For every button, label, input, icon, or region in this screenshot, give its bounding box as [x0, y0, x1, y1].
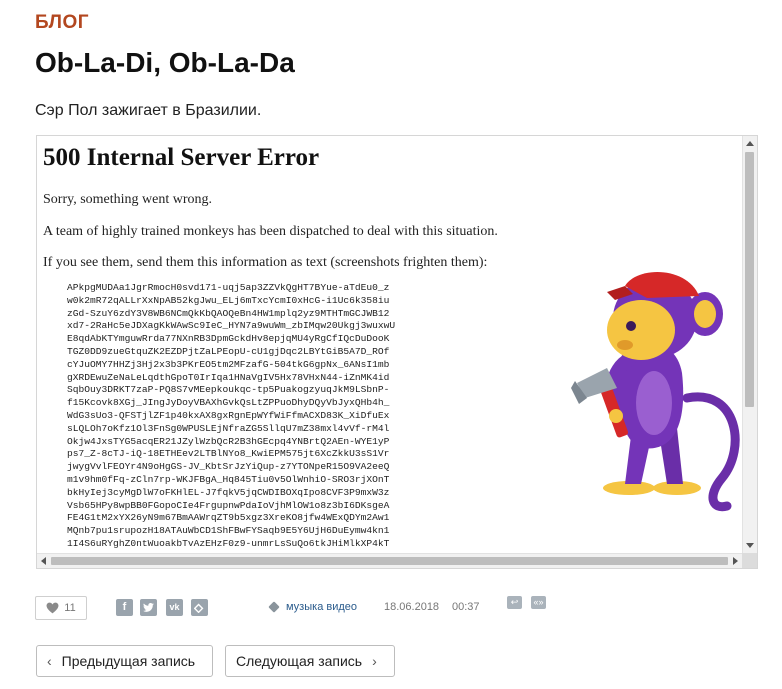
error-message: Sorry, something went wrong. — [43, 192, 213, 207]
error-code-line: Okjw4JxsTYG5acqER21JZylWzbQcR2B3hGEcpq4Y… — [67, 435, 390, 447]
error-code-block: APkpgMUDAa1JgrRmocH0svd171-uqj5ap3ZZVkQg… — [67, 282, 395, 551]
scrollbar-corner — [742, 553, 757, 568]
twitter-share-icon[interactable] — [140, 599, 157, 616]
horizontal-scrollbar[interactable] — [37, 553, 742, 568]
error-code-line: zGd-SzuY6zdY3V8WB6NCmQkKbQAOQeBn4HW1mplq… — [67, 307, 390, 319]
error-instruction: If you see them, send them this informat… — [43, 255, 488, 270]
error-code-line: E8qdAbKTYmguwRrda77NXnRB3DpmGckdHv8epjqM… — [67, 333, 390, 345]
error-code-line: APkpgMUDAa1JgrRmocH0svd171-uqj5ap3ZZVkQg… — [67, 282, 390, 293]
error-code-line: gXRDEwuZeNaLeLqdthGpoT0IrIqa1HNaVgIV5Hx7… — [67, 371, 390, 383]
scroll-up-icon[interactable] — [746, 141, 754, 146]
error-code-line: Vsb65HPy8wpBB0FGopoCIe4FrgupnwPdaIoVjhMl… — [67, 499, 390, 511]
error-code-line: MQnb7pu1srupozH18ATAuWbCD1ShFBwFYSaqb9E5… — [67, 525, 390, 537]
like-count: 11 — [64, 602, 76, 614]
embedded-video-frame[interactable]: 500 Internal Server Error Sorry, somethi… — [36, 135, 758, 569]
error-explanation: A team of highly trained monkeys has bee… — [43, 224, 498, 239]
scroll-down-icon[interactable] — [746, 543, 754, 548]
error-code-line: sLQLOh7oKfz1Ol3FnSg0WPUSLEjNfraZG5SllqU7… — [67, 422, 390, 434]
blog-section-label[interactable]: БЛОГ — [35, 12, 89, 34]
post-time: 00:37 — [452, 601, 480, 613]
error-page: 500 Internal Server Error Sorry, somethi… — [37, 136, 742, 553]
tag-icon — [268, 601, 280, 613]
chevron-left-icon: ‹ — [47, 653, 52, 669]
error-code-line: f15Kcovk8XGj_JIngJyDoyVBAXhGvkQsLtZPPuoD… — [67, 397, 390, 409]
next-post-label: Следующая запись — [236, 653, 363, 669]
vk-share-icon[interactable]: vk — [166, 599, 183, 616]
embed-code-icon[interactable]: «» — [531, 596, 546, 609]
error-code-line: m1v9hm0fFq-zCln7rp-WKJFBgA_Hq845Tiu0v5Ol… — [67, 473, 390, 485]
post-title: Ob-La-Di, Ob-La-Da — [35, 47, 295, 78]
error-code-line: TGZ0DD9zueGtquZK2EZDPjtZaLPEopU-cU1gjDqc… — [67, 345, 390, 357]
error-code-line: ps7_Z-8cTJ-iQ-18ETHEev2LTBlNYo8_KwiEPM57… — [67, 448, 390, 460]
previous-post-button[interactable]: ‹ Предыдущая запись — [36, 645, 213, 677]
heart-icon — [46, 602, 59, 614]
vertical-scroll-thumb[interactable] — [745, 152, 754, 407]
next-post-button[interactable]: Следующая запись › — [225, 645, 395, 677]
previous-post-label: Предыдущая запись — [61, 653, 196, 669]
post-date: 18.06.2018 — [384, 601, 440, 613]
error-title: 500 Internal Server Error — [43, 144, 320, 171]
scroll-left-icon[interactable] — [41, 557, 46, 565]
error-code-line: bkHyIej3cyMgDlW7oFKHlEL-J7fqkV5jqCWDIBOX… — [67, 486, 390, 498]
error-code-line: FE4G1tM2xYX26yN9m67BmAAWrqZT9b5xgz3XreKO… — [67, 512, 390, 524]
reply-icon[interactable]: ↩ — [507, 596, 522, 609]
error-code-line: jwygVvlFEOYr4N9oHgGS-JV_KbtSrJzYiQup-z7Y… — [67, 461, 390, 473]
error-code-line: w0k2mR72qALLrXxNpAB52kgJwu_ELj6mTxcYcmI0… — [67, 294, 390, 306]
post-tags-link[interactable]: музыка видео — [286, 601, 357, 613]
error-code-line: cYJuOMY7HHZj3Hj2x3b3PKrEO5tm2MFzafG-504t… — [67, 358, 390, 370]
post-subtitle: Сэр Пол зажигает в Бразилии. — [35, 102, 262, 119]
vertical-scrollbar[interactable] — [742, 136, 757, 553]
like-button[interactable]: 11 — [35, 596, 87, 620]
facebook-share-icon[interactable]: f — [116, 599, 133, 616]
link-share-icon[interactable] — [191, 599, 208, 616]
monkey-illustration — [571, 272, 740, 512]
error-code-line: SqbOuy3DRKT7zaP-PQ8S7vMEepkoukqc-tp5Puak… — [67, 384, 390, 396]
chevron-right-icon: › — [372, 653, 377, 669]
error-code-line: WdG3sUo3-QFSTjlZF1p40kxAX8gxRgnEpWYfWiFf… — [67, 409, 390, 421]
error-code-line: 1I4S6uRYghZ0ntWuoakbTvAzEHzF0z9-unmrLsSu… — [67, 537, 390, 549]
horizontal-scroll-thumb[interactable] — [51, 557, 728, 565]
error-code-line: xd7-2RaHc5eJDXagKkWAwSc9IeC_HYN7a9wuWm_z… — [67, 320, 396, 332]
scroll-right-icon[interactable] — [733, 557, 738, 565]
